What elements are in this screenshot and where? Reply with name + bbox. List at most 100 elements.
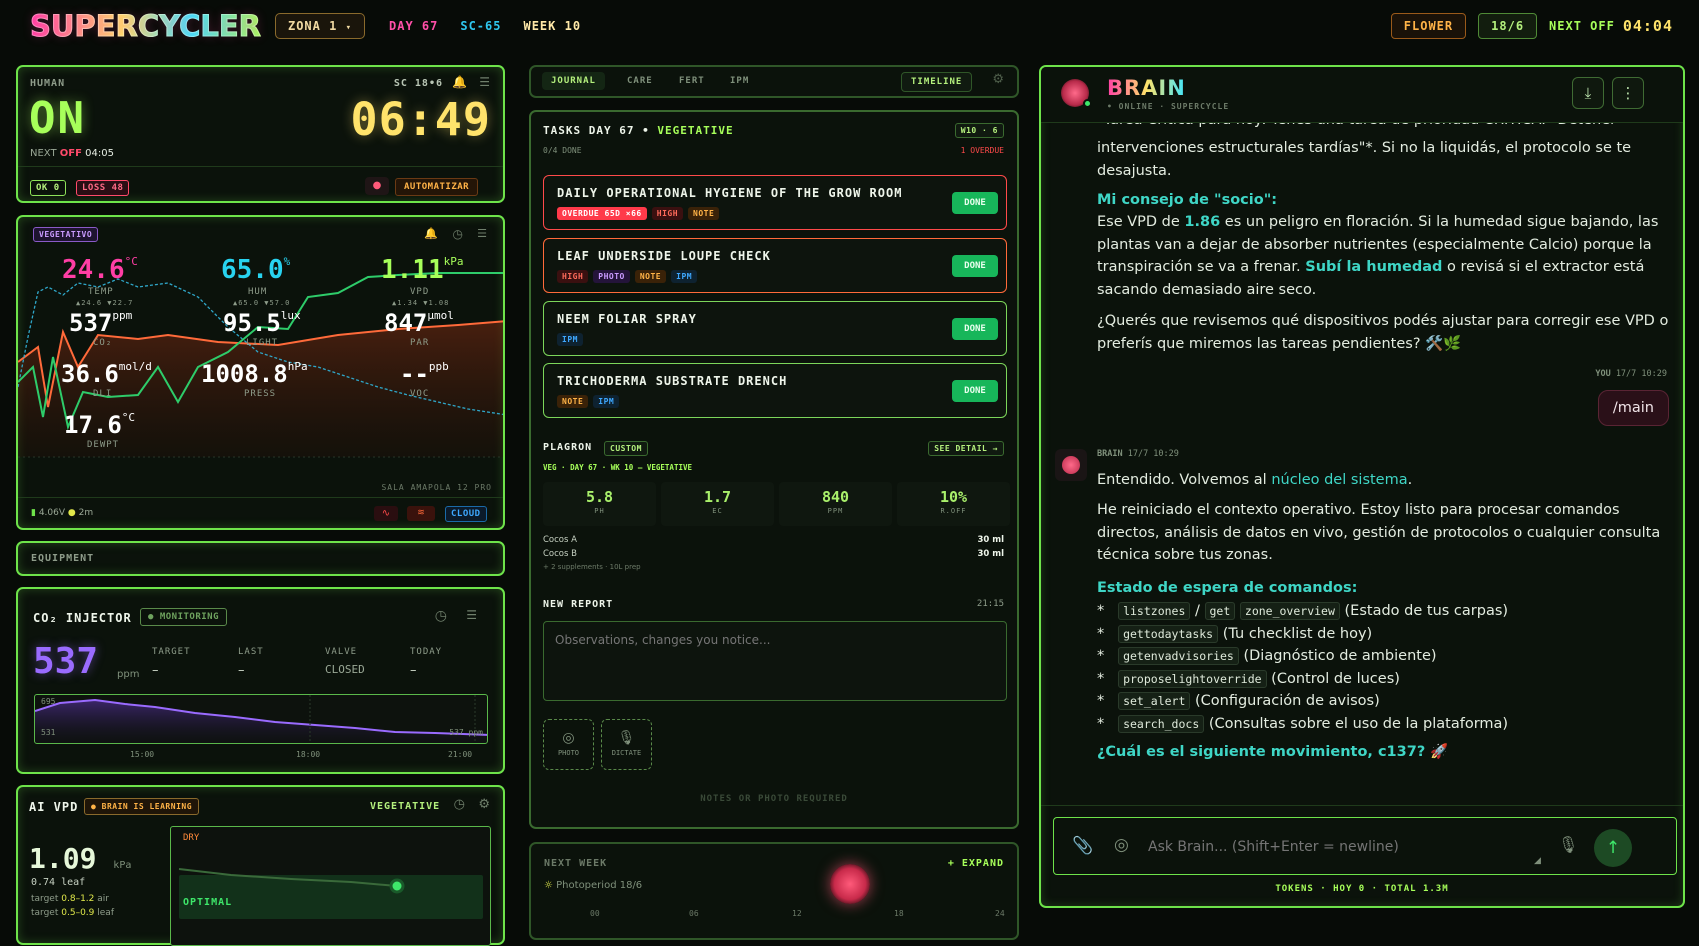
target-air-suffix: air	[97, 894, 109, 904]
nutrient-amount: 30 ml	[977, 549, 1004, 559]
photo-button[interactable]: ◎ PHOTO	[543, 719, 594, 770]
expand-button[interactable]: + EXPAND	[948, 858, 1004, 869]
send-button[interactable]: ↑	[1594, 829, 1632, 867]
command-code[interactable]: getenvadvisories	[1118, 647, 1239, 665]
automate-button[interactable]: AUTOMATIZAR	[395, 178, 479, 196]
done-button[interactable]: DONE	[952, 318, 998, 340]
gear-icon[interactable]: ⚙	[992, 72, 1004, 87]
brain-icon[interactable]	[830, 864, 870, 904]
brain-label: BRAIN	[1097, 449, 1123, 459]
runoff-label: R.OFF	[940, 507, 967, 515]
command-code[interactable]: proposelightoverride	[1118, 669, 1267, 688]
paperclip-icon[interactable]: 📎	[1072, 836, 1093, 856]
see-detail-button[interactable]: SEE DETAIL →	[928, 441, 1004, 456]
user-message: /main	[1597, 390, 1669, 426]
more-vertical-icon[interactable]: ⋮	[1612, 77, 1644, 109]
command-code[interactable]: gettodaytasks	[1118, 624, 1219, 643]
command-code[interactable]: set_alert	[1118, 692, 1191, 710]
task-card[interactable]: DAILY OPERATIONAL HYGIENE OF THE GROW RO…	[543, 175, 1007, 230]
temp-number: 24.6	[62, 255, 125, 285]
equipment-label: EQUIPMENT	[31, 553, 95, 564]
report-textarea[interactable]	[543, 621, 1007, 701]
command-code[interactable]: search_docs	[1118, 714, 1205, 733]
dewpt-value: 17.6°C	[64, 411, 135, 439]
battery-status: ▮ 4.06V ● 2m	[31, 508, 93, 518]
task-card[interactable]: NEEM FOLIAR SPRAY IPM DONE	[543, 301, 1007, 356]
report-time: 21:15	[976, 599, 1004, 609]
clock-icon[interactable]: ◷	[454, 797, 465, 812]
vpd-stage: VEGETATIVE	[370, 801, 441, 812]
next-off-word: OFF	[59, 148, 82, 159]
target-air: target 0.8–1.2 air	[31, 894, 109, 904]
wifi-icon[interactable]: ≋	[407, 506, 435, 521]
sliders-icon[interactable]: ☰	[466, 608, 477, 622]
bell-icon[interactable]: 🔔	[452, 75, 467, 89]
command-code[interactable]: zone_overview	[1239, 602, 1340, 620]
pulse-icon[interactable]: ∿	[374, 506, 398, 521]
command-code[interactable]: listzones	[1118, 602, 1191, 620]
you-time: 17/7 10:29	[1615, 369, 1667, 379]
clock-icon[interactable]: ◷	[453, 227, 463, 241]
ec-label: EC	[712, 507, 723, 515]
supplements-note: + 2 supplements · 10L prep	[543, 563, 641, 571]
dewpt-number: 17.6	[64, 411, 122, 439]
sun-icon: ☼	[544, 880, 553, 891]
next-week-panel: NEXT WEEK + EXPAND ☼ Photoperiod 18/6 00…	[529, 842, 1019, 940]
online-dot-icon	[1083, 99, 1092, 108]
app-logo[interactable]: SUPERCYCLER	[30, 9, 262, 44]
temp-unit: °C	[124, 255, 138, 268]
battery-icon: ▮	[31, 508, 36, 518]
tab-fert[interactable]: FERT	[679, 76, 705, 86]
temp-label: TEMP	[88, 287, 114, 297]
zone-selector[interactable]: ZONA 1 ▾	[274, 13, 365, 39]
done-button[interactable]: DONE	[952, 255, 998, 277]
last-update: 2m	[78, 508, 94, 518]
bell-alert-icon[interactable]: 🔔	[424, 227, 438, 240]
next-prefix: NEXT	[30, 148, 57, 159]
nutrient-name: Cocos A	[543, 535, 577, 545]
target-leaf-suffix: leaf	[97, 908, 114, 918]
photo-label: PHOTO	[557, 749, 580, 757]
vpd-label: VPD	[410, 287, 430, 297]
tab-journal[interactable]: JOURNAL	[542, 72, 605, 90]
download-icon[interactable]: ⤓	[1572, 77, 1604, 109]
target-label: TARGET	[152, 647, 191, 657]
command-code[interactable]: get	[1204, 602, 1236, 620]
cloud-badge[interactable]: CLOUD	[445, 506, 487, 522]
resize-handle-icon[interactable]: ◢	[1534, 856, 1541, 866]
command-item: * search_docs (Consultas sobre el uso de…	[1097, 714, 1509, 733]
command-desc: (Configuración de avisos)	[1195, 693, 1380, 709]
stage-badge: VEGETATIVO	[33, 227, 99, 242]
ec-value: 1.7	[703, 488, 732, 506]
light-value: 95.5lux	[223, 309, 301, 337]
hum-unit: %	[283, 255, 291, 268]
dewpt-unit: °C	[121, 411, 136, 424]
clock-icon[interactable]: ◷	[435, 608, 447, 624]
tab-ipm[interactable]: IPM	[730, 76, 749, 86]
microphone-icon[interactable]: 🎙	[1558, 835, 1578, 854]
done-button[interactable]: DONE	[952, 192, 998, 214]
task-card[interactable]: LEAF UNDERSIDE LOUPE CHECK HIGH PHOTO NO…	[543, 238, 1007, 293]
co2-history-chart: 695 531 537 ppm	[34, 694, 488, 744]
done-button[interactable]: DONE	[952, 380, 998, 402]
sliders-icon[interactable]: ☰	[477, 227, 487, 240]
dictate-button[interactable]: 🎙 DICTATE	[601, 719, 652, 770]
sensor-panel: VEGETATIVO 🔔 ◷ ☰ 24.6°C TEMP ▲24.6 ▼22.7…	[16, 215, 505, 530]
zone-optimal-label: OPTIMAL	[183, 897, 233, 908]
ph-label: PH	[594, 507, 605, 515]
sliders-icon[interactable]: ☰	[479, 75, 490, 89]
gear-icon[interactable]: ⚙	[478, 797, 490, 812]
valve-value: CLOSED	[325, 663, 365, 676]
target-leaf-range: 0.5–0.9	[61, 908, 95, 918]
command-desc: (Estado de tus carpas)	[1344, 603, 1509, 619]
task-card[interactable]: TRICHODERMA SUBSTRATE DRENCH NOTE IPM DO…	[543, 363, 1007, 418]
overdue-count: 1 OVERDUE	[960, 146, 1004, 155]
advice-title: Mi consejo de "socio":	[1097, 192, 1278, 208]
equipment-header[interactable]: EQUIPMENT	[16, 541, 505, 576]
tab-care[interactable]: CARE	[627, 76, 653, 86]
command-desc: (Tu checklist de hoy)	[1222, 625, 1373, 642]
timeline-button[interactable]: TIMELINE	[901, 72, 973, 92]
dictate-label: DICTATE	[611, 749, 642, 757]
chat-input[interactable]	[1148, 835, 1528, 859]
camera-icon[interactable]: ◎	[1114, 835, 1129, 855]
